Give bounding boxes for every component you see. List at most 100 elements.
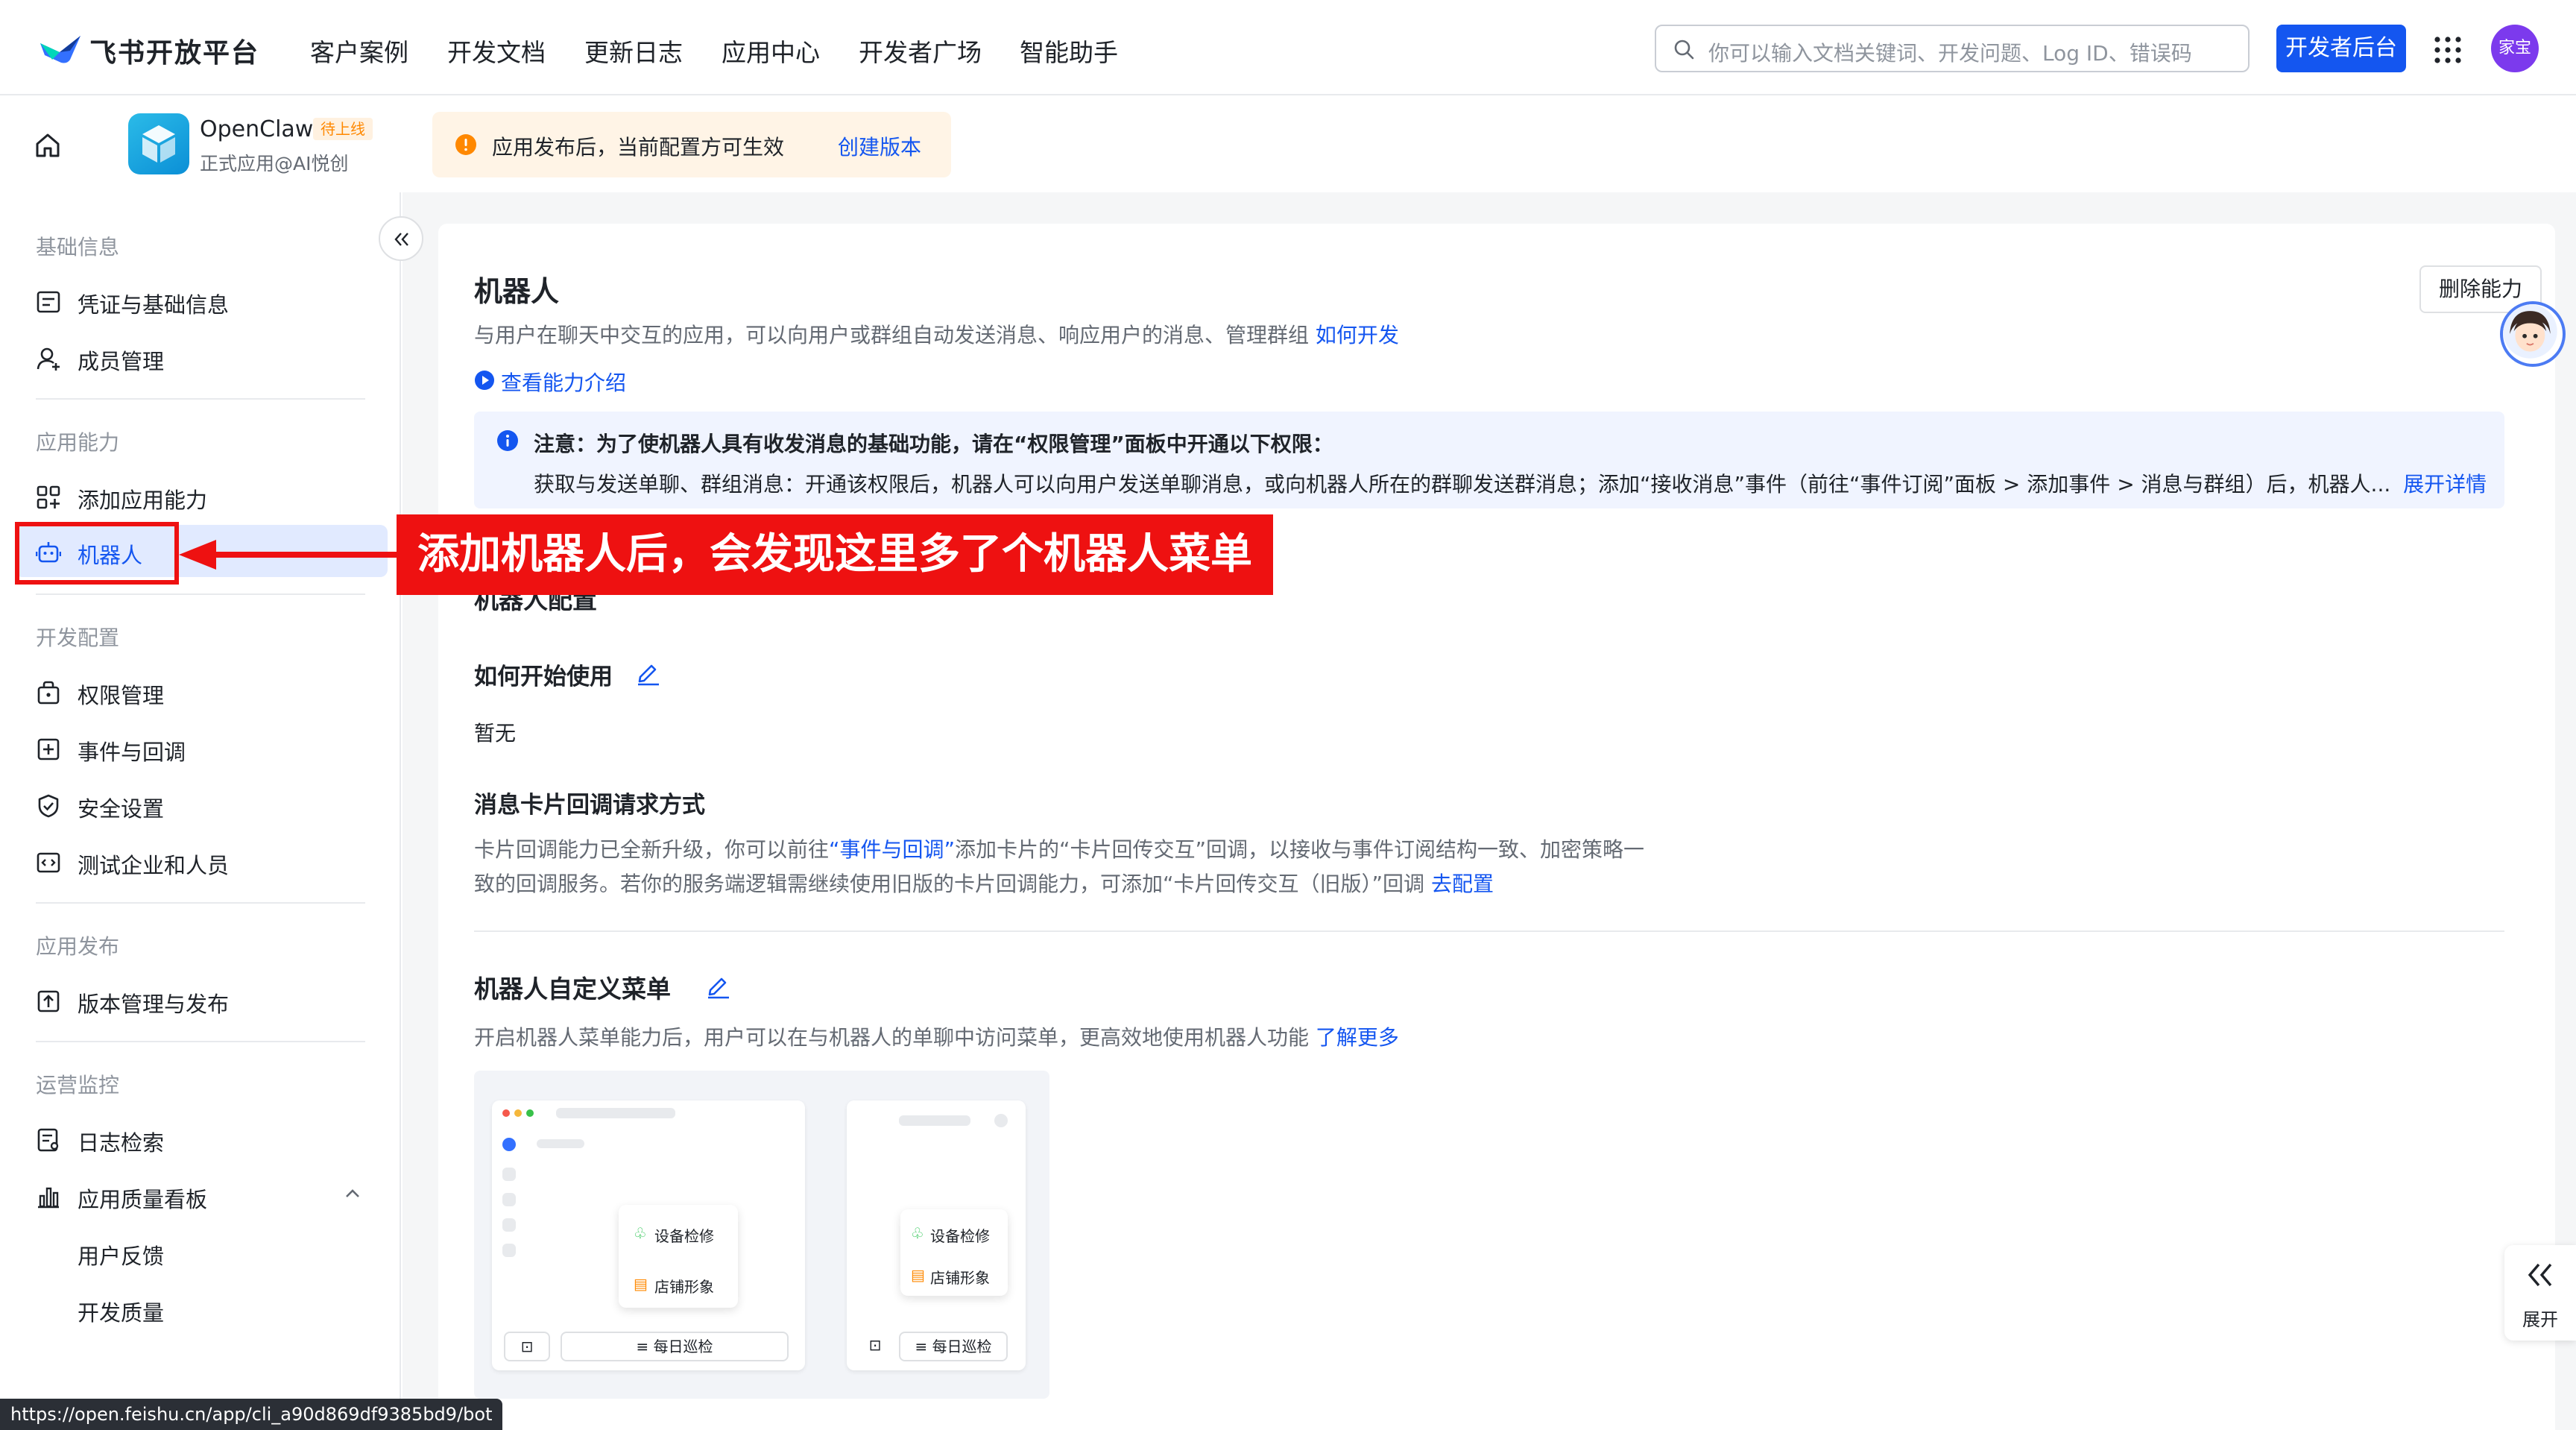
annotation-label: 添加机器人后，会发现这里多了个机器人菜单	[397, 514, 1273, 595]
card-callback-desc-line1: 卡片回调能力已全新升级，你可以前往“事件与回调”添加卡片的“卡片回传交互”回调，…	[474, 834, 1644, 863]
nav-item-docs[interactable]: 开发文档	[447, 33, 546, 69]
collapse-sidebar-button[interactable]	[379, 216, 423, 261]
preview-menu-item: 设备检修	[930, 1227, 990, 1245]
sidebar-item-log-search[interactable]: 日志检索	[0, 1112, 388, 1165]
search-placeholder: 你可以输入文档关键词、开发问题、Log ID、错误码	[1708, 41, 2192, 66]
preview-bottom-menu-button: ≡ 每日巡检	[899, 1332, 1008, 1361]
sidebar-item-label: 日志检索	[78, 1130, 165, 1156]
assistant-face-icon	[2503, 304, 2557, 359]
brand-name[interactable]: 飞书开放平台	[89, 31, 259, 70]
preview-bot-button: ⊡	[857, 1332, 893, 1361]
notice-body: 获取与发送单聊、群组消息：开通该权限后，机器人可以向用户发送单聊消息，或向机器人…	[534, 468, 2487, 498]
card-callback-text-c: 致的回调服务。若你的服务端逻辑需继续使用旧版的卡片回调能力，可添加“卡片回传交互…	[474, 872, 1425, 896]
custom-menu-preview-image: ♧ 设备检修 ▤ 店铺形象 ⊡ ≡ 每日巡检 ♧ 设备检修 ▤ 店铺形象 ⊡ ≡…	[474, 1071, 1049, 1399]
status-bar-url: https://open.feishu.cn/app/cli_a90d869df…	[0, 1399, 503, 1430]
sidebar-group-monitoring: 运营监控	[36, 1073, 120, 1097]
sidebar-item-dev-quality[interactable]: 开发质量	[0, 1282, 388, 1335]
sidebar-item-label: 事件与回调	[78, 740, 186, 765]
home-icon[interactable]	[33, 130, 63, 160]
permission-icon	[37, 681, 60, 705]
edit-icon[interactable]	[635, 659, 662, 686]
developer-console-button[interactable]: 开发者后台	[2276, 25, 2406, 72]
nav-item-app-center[interactable]: 应用中心	[722, 33, 820, 69]
sidebar-divider	[36, 398, 365, 400]
sidebar-divider	[36, 902, 365, 904]
app-owner: 正式应用@AI悦创	[200, 153, 349, 174]
custom-menu-description-text: 开启机器人菜单能力后，用户可以在与机器人的单聊中访问菜单，更高效地使用机器人功能	[474, 1025, 1310, 1050]
user-avatar[interactable]: 家宝	[2491, 25, 2539, 72]
card-callback-text-a: 卡片回调能力已全新升级，你可以前往	[474, 837, 830, 862]
warning-icon	[455, 134, 476, 155]
nav-item-assistant[interactable]: 智能助手	[1020, 33, 1118, 69]
learn-more-link[interactable]: 了解更多	[1316, 1025, 1399, 1050]
sidebar-item-test-org[interactable]: 测试企业和人员	[0, 835, 388, 887]
user-icon	[37, 347, 60, 371]
edit-icon[interactable]	[705, 972, 732, 999]
how-to-start-title: 如何开始使用	[474, 664, 613, 690]
notice-title: 注意：为了使机器人具有收发消息的基础功能，请在“权限管理”面板中开通以下权限：	[534, 432, 1333, 456]
permission-notice-box: 注意：为了使机器人具有收发消息的基础功能，请在“权限管理”面板中开通以下权限： …	[474, 412, 2504, 508]
sidebar-item-versions[interactable]: 版本管理与发布	[0, 974, 388, 1026]
preview-menu-item: 店铺形象	[654, 1278, 714, 1296]
app-header: OpenClaw 待上线 正式应用@AI悦创 应用发布后，当前配置方可生效 创建…	[0, 97, 2576, 192]
notice-text: 应用发布后，当前配置方可生效	[492, 135, 785, 160]
annotation-arrow	[179, 540, 401, 570]
preview-bottom-menu-label: 每日巡检	[932, 1338, 992, 1355]
sidebar-item-label: 开发质量	[78, 1300, 165, 1326]
play-circle-icon	[475, 371, 494, 390]
sidebar-divider	[36, 593, 365, 595]
preview-menu-item: 设备检修	[654, 1227, 714, 1245]
sidebar-group-dev-config: 开发配置	[36, 626, 120, 650]
annotation-highlight-box	[15, 522, 179, 585]
how-to-develop-link[interactable]: 如何开发	[1316, 323, 1399, 347]
sidebar-item-label: 成员管理	[78, 349, 165, 374]
sidebar-item-label: 用户反馈	[78, 1244, 165, 1269]
app-name: OpenClaw	[200, 116, 314, 142]
preview-menu-popup: ♧ 设备检修 ▤ 店铺形象	[619, 1205, 738, 1308]
add-capability-icon	[37, 485, 60, 509]
bar-chart-icon	[38, 1187, 59, 1209]
search-input[interactable]: 你可以输入文档关键词、开发问题、Log ID、错误码	[1655, 25, 2250, 72]
event-callback-link[interactable]: “事件与回调”	[829, 837, 955, 862]
feishu-logo-icon[interactable]	[37, 30, 83, 66]
sidebar-item-label: 凭证与基础信息	[78, 292, 230, 318]
nav-item-dev-square[interactable]: 开发者广场	[859, 33, 982, 69]
sidebar-item-label: 安全设置	[78, 796, 165, 822]
sidebar-item-security[interactable]: 安全设置	[0, 778, 388, 831]
sidebar-item-label: 应用质量看板	[78, 1187, 208, 1212]
custom-menu-description: 开启机器人菜单能力后，用户可以在与机器人的单聊中访问菜单，更高效地使用机器人功能…	[474, 1021, 1399, 1051]
sidebar-item-events[interactable]: 事件与回调	[0, 722, 388, 774]
apps-grid-icon[interactable]	[2433, 35, 2463, 65]
sidebar-group-release: 应用发布	[36, 934, 120, 959]
expand-details-link[interactable]: 展开详情	[2403, 472, 2487, 497]
sidebar-item-add-capability[interactable]: 添加应用能力	[0, 470, 388, 522]
sidebar-item-label: 权限管理	[78, 683, 165, 708]
preview-desktop-window: ♧ 设备检修 ▤ 店铺形象 ⊡ ≡ 每日巡检	[492, 1100, 805, 1370]
chevron-up-icon[interactable]	[344, 1188, 361, 1199]
id-card-icon	[37, 291, 60, 313]
ai-assistant-avatar[interactable]	[2500, 301, 2566, 367]
how-to-start-value: 暂无	[474, 721, 517, 746]
double-chevron-left-icon	[394, 233, 408, 246]
go-configure-link[interactable]: 去配置	[1431, 872, 1494, 896]
sidebar-item-label: 版本管理与发布	[78, 992, 230, 1017]
create-version-link[interactable]: 创建版本	[838, 131, 921, 161]
code-icon	[37, 852, 60, 873]
page-description: 与用户在聊天中交互的应用，可以向用户或群组自动发送消息、响应用户的消息、管理群组…	[474, 319, 1399, 349]
sidebar-item-user-feedback[interactable]: 用户反馈	[0, 1226, 388, 1278]
preview-menu-item: 店铺形象	[930, 1269, 990, 1287]
top-navigation-bar: 飞书开放平台 客户案例 开发文档 更新日志 应用中心 开发者广场 智能助手 你可…	[0, 0, 2576, 95]
page-description-text: 与用户在聊天中交互的应用，可以向用户或群组自动发送消息、响应用户的消息、管理群组	[474, 323, 1310, 347]
preview-mobile-window: ♧ 设备检修 ▤ 店铺形象 ⊡ ≡ 每日巡检	[847, 1100, 1026, 1370]
sidebar-group-capabilities: 应用能力	[36, 430, 120, 455]
sidebar-item-credentials[interactable]: 凭证与基础信息	[0, 274, 388, 327]
sidebar-item-permissions[interactable]: 权限管理	[0, 665, 388, 717]
nav-item-changelog[interactable]: 更新日志	[584, 33, 683, 69]
event-icon	[37, 738, 60, 760]
card-callback-title: 消息卡片回调请求方式	[474, 792, 705, 819]
sidebar-item-members[interactable]: 成员管理	[0, 331, 388, 383]
expand-panel-button[interactable]: 展开	[2504, 1245, 2576, 1341]
info-icon	[497, 430, 518, 451]
sidebar-item-quality-dashboard[interactable]: 应用质量看板	[0, 1169, 388, 1221]
nav-item-cases[interactable]: 客户案例	[310, 33, 408, 69]
